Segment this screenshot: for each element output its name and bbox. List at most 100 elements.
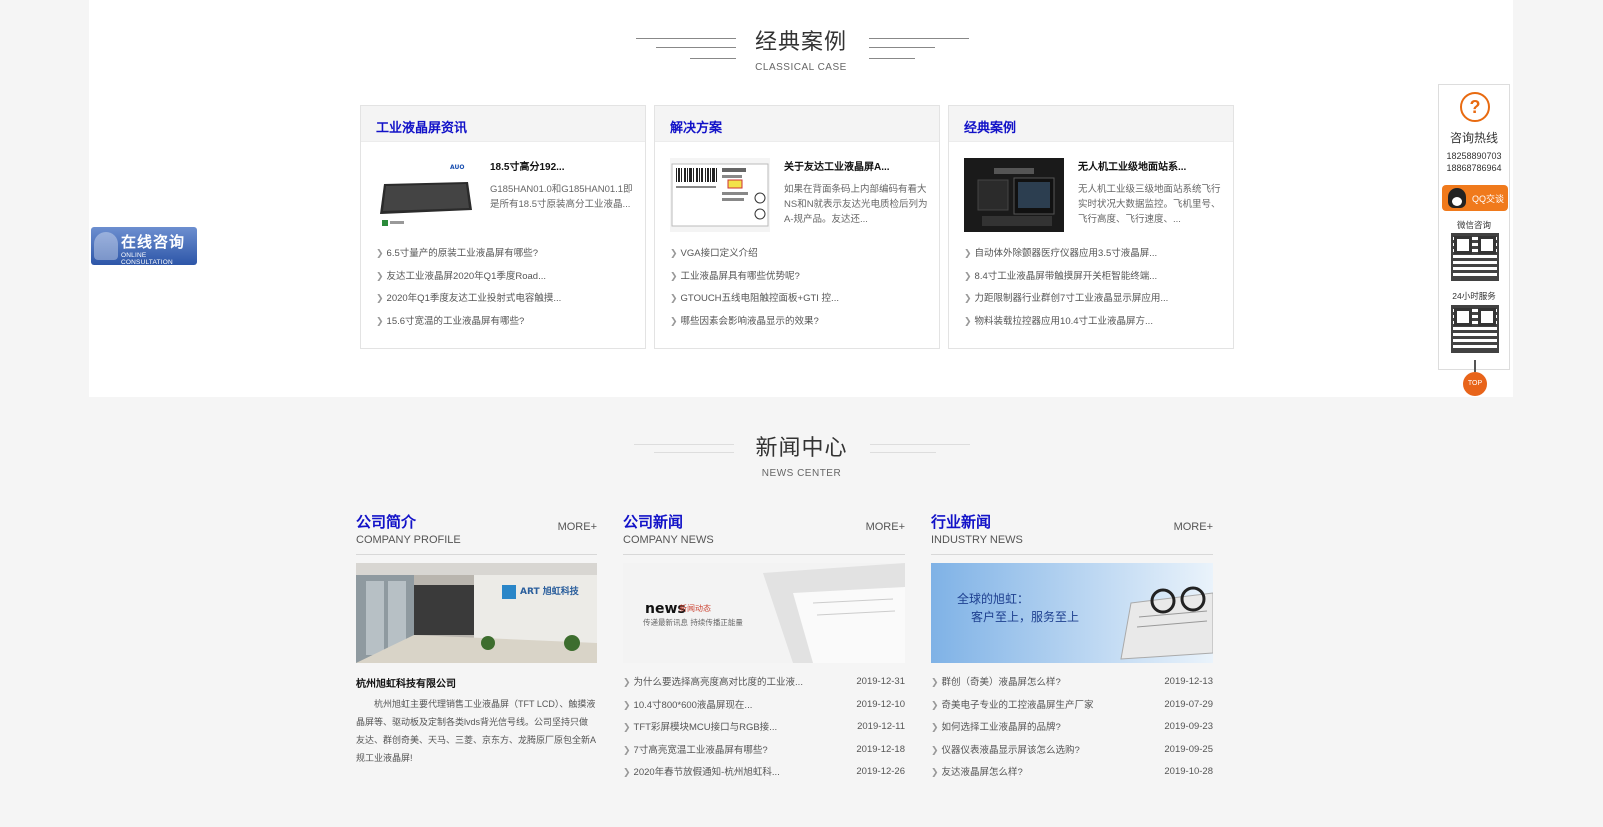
chevron-right-icon: ❯ [964,293,972,303]
list-item[interactable]: ❯ 6.5寸量产的原装工业液晶屏有哪些? [376,242,641,265]
card-industrial-lcd-news: 工业液晶屏资讯 AUO 18.5寸高分192... G185HAN01.0和G1… [360,105,646,349]
chevron-right-icon: ❯ [964,248,972,258]
list-item[interactable]: ❯ VGA接口定义介绍 [670,242,935,265]
list-item[interactable]: ❯ 友达工业液晶屏2020年Q1季度Road... [376,265,641,288]
column-subtitle: COMPANY PROFILE [356,534,461,546]
column-header: 公司简介 COMPANY PROFILE MORE+ [356,507,597,555]
chevron-right-icon: ❯ [670,315,678,326]
chevron-right-icon: ❯ [931,699,939,710]
news-banner-image[interactable]: news 新闻动态 传递最新讯息 持续传播正能量 [623,563,905,663]
card-solutions: 解决方案 关于友达工业液晶屏A... 如果在背面条码上内部编码有看大NS和N就表… [654,105,940,349]
drone-station-image[interactable] [964,158,1064,232]
hotline-label: 咨询热线 [1449,131,1498,145]
chevron-right-icon: ❯ [623,767,631,777]
list-item[interactable]: ❯ 力距限制器行业群创7寸工业液晶显示屏应用... [964,287,1229,310]
list-item[interactable]: ❯ TFT彩屏模块MCU接口与RGB接... 2019-12-11 [623,716,905,739]
top-button-stem [1474,360,1476,372]
online-consultation-button[interactable]: 在线咨询 ONLINE CONSULTATION [91,227,197,266]
card-header: 工业液晶屏资讯 [361,106,645,142]
list-item[interactable]: ❯ 群创（奇美）液晶屏怎么样? 2019-12-13 [931,671,1213,694]
list-item[interactable]: ❯ 15.6寸宽温的工业液晶屏有哪些? [376,310,641,333]
card-feature[interactable]: AUO 18.5寸高分192... G185HAN01.0和G185HAN01.… [376,158,636,234]
list-item[interactable]: ❯ 工业液晶屏具有哪些优势呢? [670,265,935,288]
card-feature[interactable]: 关于友达工业液晶屏A... 如果在背面条码上内部编码有看大NS和N就表示友达光电… [670,158,930,234]
service-qr-code [1451,305,1499,353]
more-link[interactable]: MORE+ [866,521,905,533]
list-item[interactable]: ❯ 2020年Q1季度友达工业投射式电容触摸... [376,287,641,310]
office-photo[interactable]: ART 旭虹科技 [356,563,597,663]
chevron-right-icon: ❯ [623,699,631,710]
online-consultation-label: 在线咨询 [121,234,186,251]
chevron-right-icon: ❯ [931,677,939,687]
classical-case-section: 经典案例 CLASSICAL CASE 工业液晶屏资讯 AUO 18.5寸高分1… [89,0,1513,397]
floating-contact-sidebar: ? 咨询热线 18258890703 18868786964 QQ交谈 微信咨询… [1438,84,1510,370]
chevron-right-icon: ❯ [670,270,678,281]
svg-text:ART 旭虹科技: ART 旭虹科技 [520,585,580,597]
feature-title[interactable]: 无人机工业级地面站系... [1078,158,1186,173]
list-item[interactable]: ❯ 友达液晶屏怎么样? 2019-10-28 [931,761,1213,784]
feature-title[interactable]: 18.5寸高分192... [490,158,564,173]
industry-banner-image[interactable]: 全球的旭虹： 客户至上，服务至上 [931,563,1213,663]
column-title[interactable]: 公司新闻 [623,511,683,532]
news-section-title: 新闻中心 NEWS CENTER [0,430,1603,479]
section-title-cn: 新闻中心 [755,435,848,460]
list-item[interactable]: ❯ 为什么要选择高亮度高对比度的工业液... 2019-12-31 [623,671,905,694]
list-item[interactable]: ❯ 如何选择工业液晶屏的品牌? 2019-09-23 [931,716,1213,739]
chevron-right-icon: ❯ [376,270,384,281]
list-item[interactable]: ❯ 10.4寸800*600液晶屏现在... 2019-12-10 [623,694,905,717]
list-item[interactable]: ❯ 奇美电子专业的工控液晶屏生产厂家 2019-07-29 [931,694,1213,717]
qq-chat-button[interactable]: QQ交谈 [1442,185,1508,211]
list-item[interactable]: ❯ 仪器仪表液晶显示屏该怎么选购? 2019-09-25 [931,739,1213,762]
svg-text:全球的旭虹：: 全球的旭虹： [957,591,1029,606]
svg-text:客户至上，服务至上: 客户至上，服务至上 [971,609,1079,624]
column-title[interactable]: 行业新闻 [931,511,991,532]
company-news-column: 公司新闻 COMPANY NEWS MORE+ news 新闻动态 传递最新讯息… [623,507,905,778]
list-item[interactable]: ❯ 2020年春节放假通知-杭州旭虹科... 2019-12-26 [623,761,905,784]
case-cards: 工业液晶屏资讯 AUO 18.5寸高分192... G185HAN01.0和G1… [360,105,1234,349]
chevron-right-icon: ❯ [931,722,939,732]
card-heading-link[interactable]: 工业液晶屏资讯 [376,120,467,135]
card-header: 解决方案 [655,106,939,142]
list-item[interactable]: ❯ 8.4寸工业液晶屏带触摸屏开关柜智能终端... [964,265,1229,288]
card-heading-link[interactable]: 经典案例 [964,120,1016,135]
list-item[interactable]: ❯ GTOUCH五线电阻触控面板+GTI 控... [670,287,935,310]
list-item[interactable]: ❯ 物料装载拉控器应用10.4寸工业液晶屏方... [964,310,1229,333]
list-item[interactable]: ❯ 哪些因素会影响液晶显示的效果? [670,310,935,333]
column-subtitle: INDUSTRY NEWS [931,534,1023,546]
lcd-panel-image[interactable]: AUO [376,158,476,232]
list-item[interactable]: ❯ 自动体外除颤器医疗仪器应用3.5寸液晶屏... [964,242,1229,265]
more-link[interactable]: MORE+ [1174,521,1213,533]
card-classic-cases: 经典案例 无人机工业级地面站系... 无人机工业级三级地面站系统飞行实时状况大数… [948,105,1234,349]
column-header: 行业新闻 INDUSTRY NEWS MORE+ [931,507,1213,555]
list-item[interactable]: ❯ 7寸高亮宽温工业液晶屏有哪些? 2019-12-18 [623,739,905,762]
chevron-right-icon: ❯ [623,677,631,687]
chevron-right-icon: ❯ [964,270,972,281]
hotline-phone: 18258890703 [1446,151,1502,161]
card-heading-link[interactable]: 解决方案 [670,120,722,135]
section-title: 经典案例 CLASSICAL CASE [89,24,1513,73]
card-header: 经典案例 [949,106,1233,142]
chevron-right-icon: ❯ [670,248,678,258]
column-header: 公司新闻 COMPANY NEWS MORE+ [623,507,905,555]
news-list: ❯ 为什么要选择高亮度高对比度的工业液... 2019-12-31 ❯ 10.4寸80… [623,671,905,784]
company-name[interactable]: 杭州旭虹科技有限公司 [356,675,456,690]
card-link-list: ❯ VGA接口定义介绍 ❯ 工业液晶屏具有哪些优势呢? ❯ GTOUCH五线电阻触控面… [670,242,935,332]
svg-text:新闻动态: 新闻动态 [679,603,711,613]
headset-icon [94,232,118,260]
more-link[interactable]: MORE+ [558,521,597,533]
feature-description: G185HAN01.0和G185HAN01.1即是所有18.5寸原装高分工业液晶… [490,184,633,210]
section-title-en: CLASSICAL CASE [755,62,847,73]
svg-text:传递最新讯息 持续传播正能量: 传递最新讯息 持续传播正能量 [643,617,743,627]
column-title[interactable]: 公司简介 [356,511,416,532]
section-title-en: NEWS CENTER [761,468,842,479]
qq-penguin-icon [1448,188,1466,208]
feature-title[interactable]: 关于友达工业液晶屏A... [784,158,890,173]
card-link-list: ❯ 自动体外除颤器医疗仪器应用3.5寸液晶屏... ❯ 8.4寸工业液晶屏带触摸屏开… [964,242,1229,332]
back-to-top-button[interactable]: TOP [1463,372,1487,396]
chevron-right-icon: ❯ [376,248,384,258]
company-profile-column: 公司简介 COMPANY PROFILE MORE+ ART 旭虹科技 杭州旭虹… [356,507,597,763]
card-feature[interactable]: 无人机工业级地面站系... 无人机工业级三级地面站系统飞行实时状况大数据监控。飞… [964,158,1224,234]
barcode-label-image[interactable] [670,158,770,232]
company-description: 杭州旭虹主要代理销售工业液晶屏（TFT LCD）、触摸液晶屏等、驱动板及定制各类… [356,699,597,763]
chevron-right-icon: ❯ [623,744,631,755]
